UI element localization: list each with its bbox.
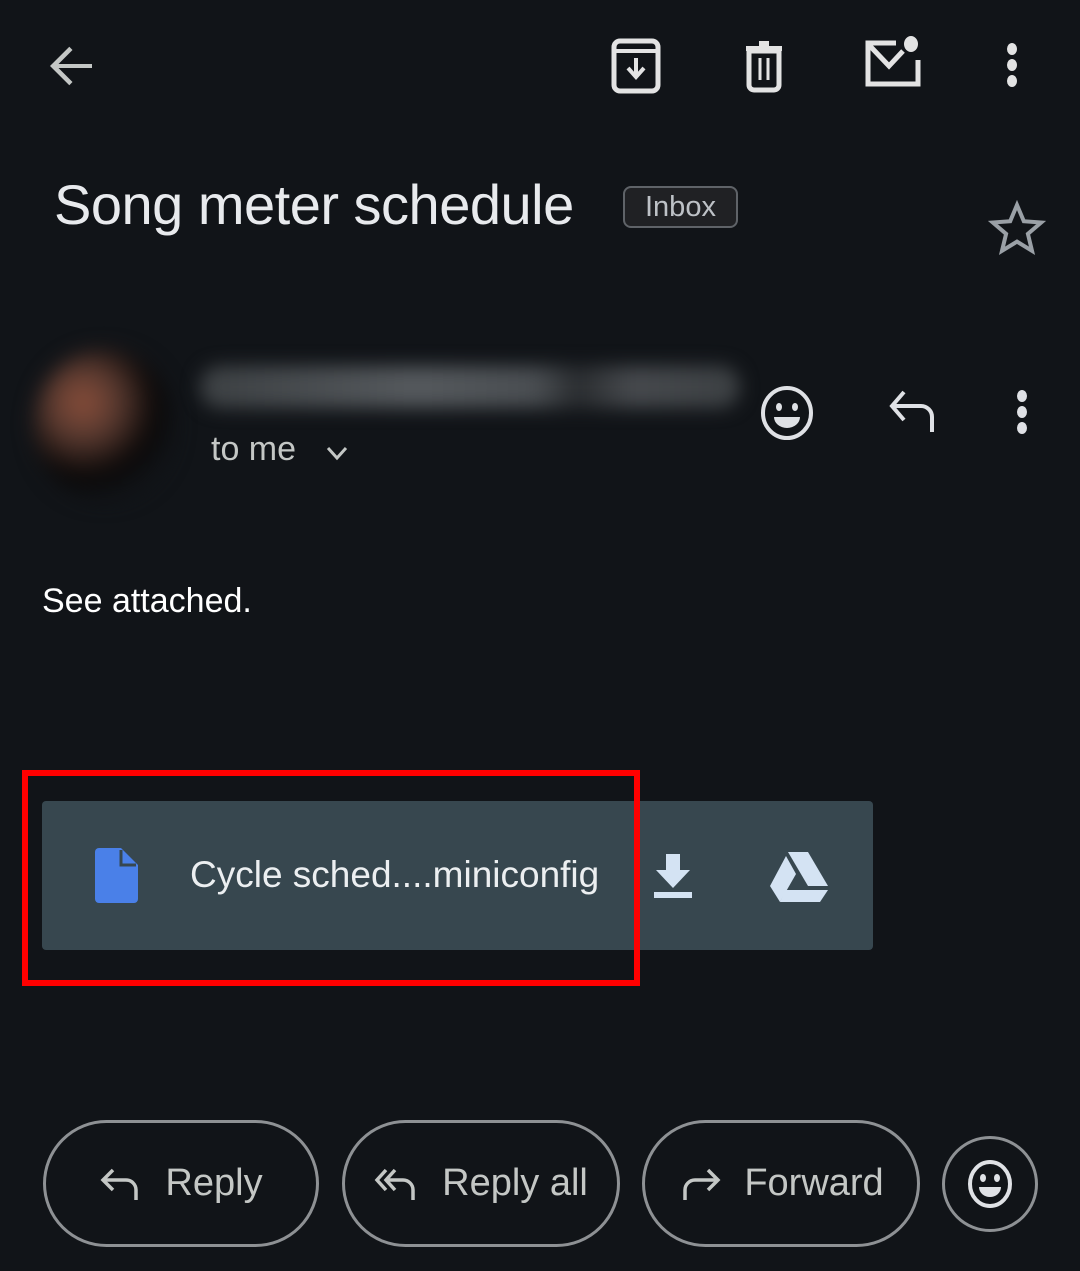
reply-all-button[interactable]: Reply all (342, 1120, 620, 1247)
reply-all-icon (374, 1164, 420, 1204)
reply-button[interactable]: Reply (43, 1120, 319, 1247)
back-arrow-icon[interactable] (40, 34, 104, 98)
archive-icon[interactable] (604, 34, 668, 98)
forward-button[interactable]: Forward (642, 1120, 920, 1247)
mark-unread-icon[interactable] (858, 30, 926, 98)
email-body: See attached. (42, 582, 252, 620)
attachment-highlight-box (22, 770, 640, 986)
add-reaction-icon[interactable] (756, 382, 818, 444)
download-icon[interactable] (648, 850, 698, 902)
add-reaction-icon (966, 1159, 1014, 1209)
sender-name-redacted (200, 366, 740, 408)
add-reaction-button[interactable] (942, 1136, 1038, 1232)
forward-label: Forward (744, 1162, 884, 1204)
star-icon[interactable] (988, 200, 1046, 258)
inbox-label-chip[interactable]: Inbox (623, 186, 738, 228)
reply-all-label: Reply all (442, 1162, 588, 1204)
more-options-icon[interactable] (1004, 386, 1040, 438)
recipient-details[interactable]: to me (211, 430, 296, 469)
more-options-icon[interactable] (990, 34, 1034, 98)
reply-icon (99, 1164, 143, 1204)
google-drive-icon[interactable] (766, 850, 830, 904)
email-subject: Song meter schedule (54, 173, 574, 236)
chevron-down-icon[interactable] (322, 440, 352, 466)
reply-icon[interactable] (884, 386, 942, 438)
forward-icon (678, 1164, 722, 1204)
trash-icon[interactable] (732, 34, 796, 98)
reply-label: Reply (165, 1162, 263, 1204)
sender-avatar[interactable] (34, 350, 174, 500)
